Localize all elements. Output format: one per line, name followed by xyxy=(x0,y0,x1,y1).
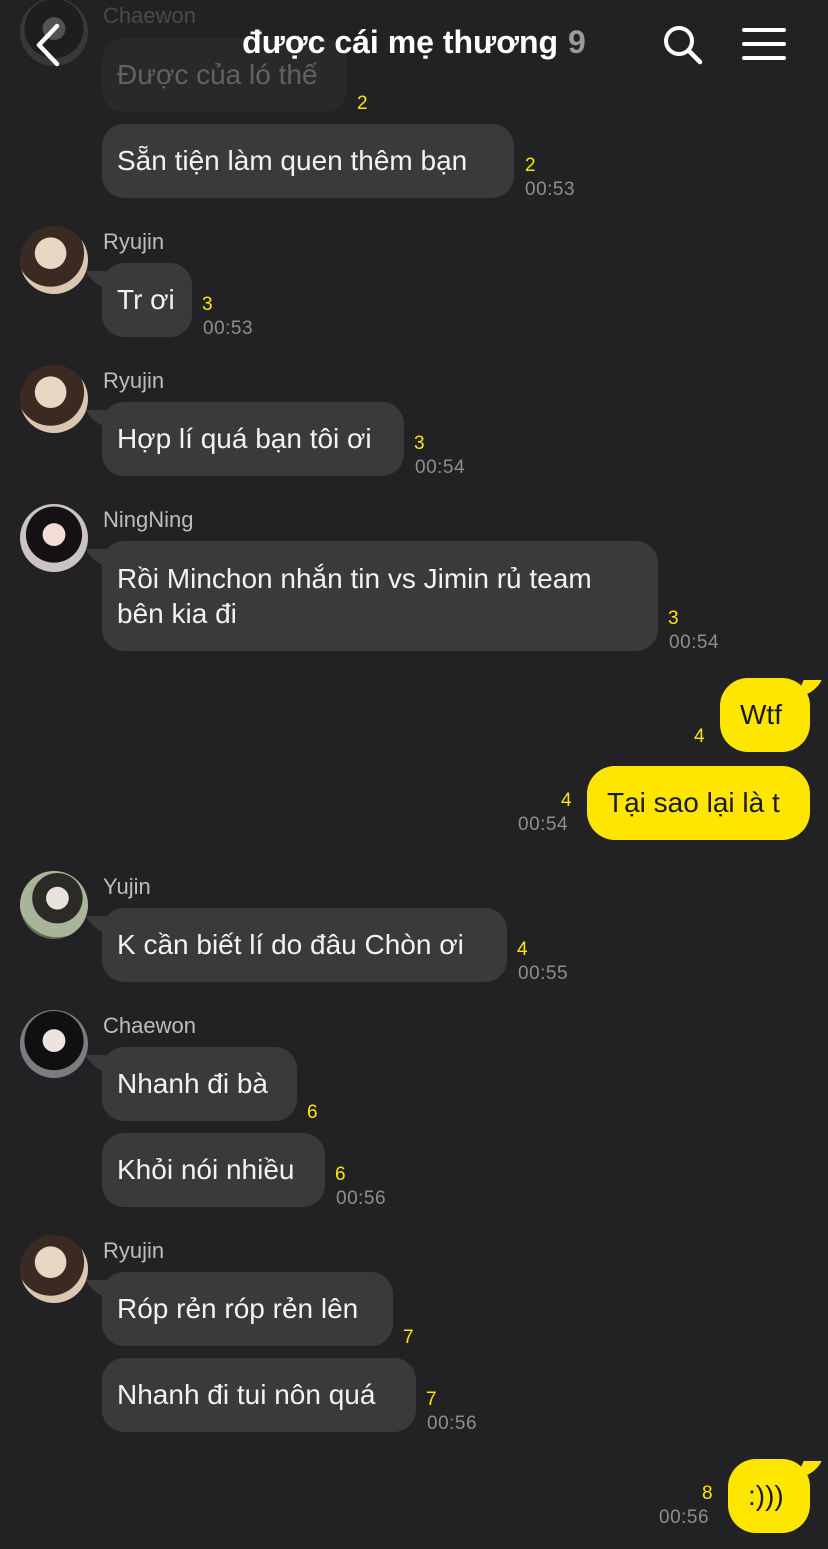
message-time: 00:55 xyxy=(518,963,569,984)
unread-count: 4 xyxy=(517,939,528,960)
unread-count: 3 xyxy=(202,294,213,315)
message-time: 00:54 xyxy=(415,457,466,478)
sender-name: Ryujin xyxy=(103,229,165,254)
unread-count: 3 xyxy=(414,433,425,454)
unread-count: 7 xyxy=(403,1327,414,1348)
my-message-bubble[interactable]: Tại sao lại là t xyxy=(587,766,810,840)
avatar-ningning[interactable] xyxy=(20,504,88,572)
message-bubble[interactable]: Tr ơi xyxy=(102,263,192,337)
unread-count: 4 xyxy=(561,790,572,811)
unread-count: 8 xyxy=(702,1483,713,1504)
message-time: 00:56 xyxy=(336,1188,387,1209)
chat-header: được cái mẹ thương 9 xyxy=(0,0,828,90)
menu-button[interactable] xyxy=(740,24,788,64)
message-time: 00:56 xyxy=(659,1507,710,1528)
sender-name: NingNing xyxy=(103,507,194,532)
message-time: 00:56 xyxy=(427,1413,478,1434)
my-message-bubble[interactable]: Wtf xyxy=(720,678,810,752)
unread-count: 3 xyxy=(668,608,679,629)
unread-count: 6 xyxy=(307,1102,318,1123)
search-button[interactable] xyxy=(660,22,706,68)
message-time: 00:53 xyxy=(525,179,576,200)
message-bubble[interactable]: Sẵn tiện làm quen thêm bạn xyxy=(102,124,514,198)
message-time: 00:53 xyxy=(203,318,254,339)
search-icon xyxy=(664,26,703,65)
message-bubble[interactable]: Khỏi nói nhiều xyxy=(102,1133,325,1207)
unread-count: 6 xyxy=(335,1164,346,1185)
unread-count: 4 xyxy=(694,726,705,747)
avatar-ryujin[interactable] xyxy=(20,226,88,294)
avatar-ryujin[interactable] xyxy=(20,1235,88,1303)
message-bubble[interactable]: Nhanh đi bà xyxy=(102,1047,297,1121)
unread-count: 2 xyxy=(525,155,536,176)
my-message-bubble[interactable]: :))) xyxy=(728,1459,810,1533)
sender-name: Ryujin xyxy=(103,368,165,393)
message-bubble[interactable]: Hợp lí quá bạn tôi ơi xyxy=(102,402,404,476)
message-time: 00:54 xyxy=(518,814,569,835)
message-bubble[interactable]: Rồi Minchon nhắn tin vs Jimin rủ team bê… xyxy=(102,541,658,651)
sender-name: Ryujin xyxy=(103,1238,165,1263)
menu-icon xyxy=(742,28,786,60)
avatar-ryujin[interactable] xyxy=(20,365,88,433)
sender-name: Yujin xyxy=(103,874,151,899)
unread-count: 7 xyxy=(426,1389,437,1410)
member-count: 9 xyxy=(568,24,586,60)
unread-count: 2 xyxy=(357,93,368,114)
message-bubble[interactable]: Nhanh đi tui nôn quá xyxy=(102,1358,416,1432)
message-time: 00:54 xyxy=(669,632,720,653)
sender-name: Chaewon xyxy=(103,1013,196,1038)
avatar-yujin[interactable] xyxy=(20,871,88,939)
chat-title-text: được cái mẹ thương xyxy=(242,24,559,60)
message-bubble[interactable]: K cần biết lí do đâu Chòn ơi xyxy=(102,908,507,982)
avatar-chaewon[interactable] xyxy=(20,1010,88,1078)
message-bubble[interactable]: Róp rẻn róp rẻn lên xyxy=(102,1272,393,1346)
